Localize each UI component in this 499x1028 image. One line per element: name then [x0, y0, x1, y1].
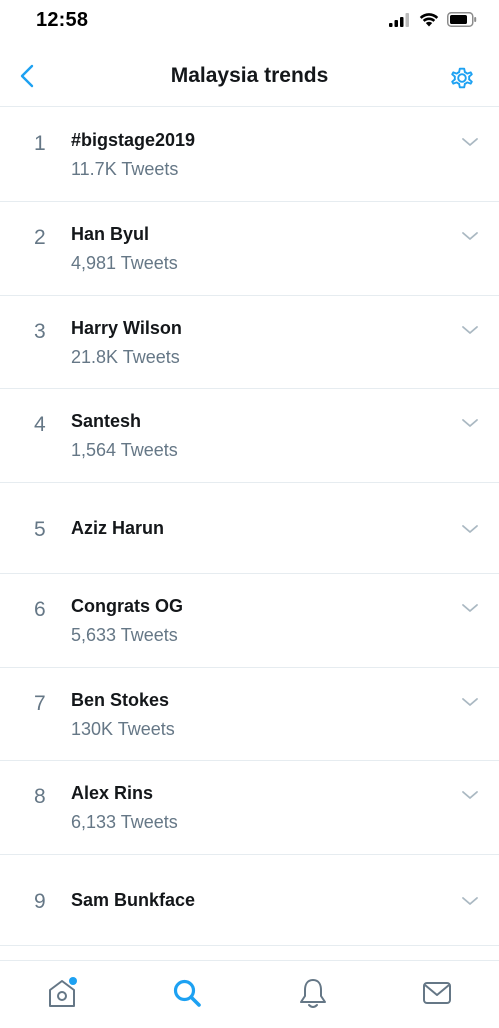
tab-messages[interactable] [419, 975, 455, 1011]
chevron-down-icon[interactable] [461, 789, 479, 801]
trend-tweet-count: 5,633 Tweets [71, 625, 178, 645]
trend-row[interactable]: 5 Aziz Harun [0, 483, 499, 574]
bell-icon [300, 979, 326, 1008]
page-title: Malaysia trends [170, 64, 329, 87]
chevron-down-icon[interactable] [461, 230, 479, 242]
trend-tweet-count: 4,981 Tweets [71, 253, 178, 273]
trend-rank: 5 [34, 518, 46, 541]
battery-icon [447, 12, 477, 27]
trend-name[interactable]: Sam Bunkface [71, 890, 195, 911]
home-icon [49, 977, 77, 1007]
status-icons [389, 12, 477, 27]
chevron-down-icon[interactable] [461, 602, 479, 614]
trend-row[interactable]: 6 Congrats OG 5,633 Tweets [0, 574, 499, 668]
trend-rank: 2 [34, 226, 46, 249]
trend-row[interactable]: 2 Han Byul 4,981 Tweets [0, 202, 499, 296]
trend-name[interactable]: Ben Stokes [71, 690, 169, 711]
trend-rank: 6 [34, 598, 46, 621]
trend-name[interactable]: Harry Wilson [71, 318, 182, 339]
chevron-down-icon[interactable] [461, 417, 479, 429]
trend-row[interactable]: 4 Santesh 1,564 Tweets [0, 389, 499, 483]
search-icon [173, 979, 201, 1007]
settings-button[interactable] [447, 63, 477, 93]
gear-icon [451, 67, 473, 89]
trend-tweet-count: 1,564 Tweets [71, 440, 178, 460]
trend-row[interactable]: 9 Sam Bunkface [0, 855, 499, 946]
trend-name[interactable]: Alex Rins [71, 783, 153, 804]
tab-home[interactable] [44, 975, 80, 1011]
trend-row[interactable]: 8 Alex Rins 6,133 Tweets [0, 761, 499, 855]
trend-name[interactable]: Santesh [71, 411, 141, 432]
chevron-down-icon[interactable] [461, 895, 479, 907]
trend-row[interactable]: 7 Ben Stokes 130K Tweets [0, 668, 499, 761]
nav-bar: Malaysia trends [0, 44, 499, 107]
chevron-down-icon[interactable] [461, 136, 479, 148]
trend-row[interactable]: 3 Harry Wilson 21.8K Tweets [0, 296, 499, 389]
trend-tweet-count: 11.7K Tweets [71, 159, 179, 179]
trend-rank: 4 [34, 413, 46, 436]
tab-bar [0, 960, 499, 1028]
trend-tweet-count: 6,133 Tweets [71, 812, 178, 832]
chevron-down-icon[interactable] [461, 696, 479, 708]
trend-rank: 8 [34, 785, 46, 808]
chevron-down-icon[interactable] [461, 523, 479, 535]
trend-rank: 3 [34, 320, 46, 343]
trend-name[interactable]: Han Byul [71, 224, 149, 245]
trend-tweet-count: 130K Tweets [71, 719, 175, 739]
trend-name[interactable]: Congrats OG [71, 596, 183, 617]
trend-tweet-count: 21.8K Tweets [71, 347, 180, 367]
signal-icon [389, 12, 409, 27]
status-time: 12:58 [36, 9, 89, 31]
trend-rank: 9 [34, 890, 46, 913]
trend-list: 1 #bigstage2019 11.7K Tweets 2 Han Byul … [0, 108, 499, 946]
chevron-down-icon[interactable] [461, 324, 479, 336]
trend-name[interactable]: Aziz Harun [71, 518, 164, 539]
mail-icon [423, 982, 451, 1004]
trend-rank: 7 [34, 692, 46, 715]
tab-search[interactable] [169, 975, 205, 1011]
tab-notifications[interactable] [295, 975, 331, 1011]
status-bar: 12:58 [0, 0, 499, 44]
wifi-icon [419, 13, 439, 27]
trend-rank: 1 [34, 132, 46, 155]
notification-badge [69, 977, 77, 985]
trend-name[interactable]: #bigstage2019 [71, 130, 195, 151]
trend-row[interactable]: 1 #bigstage2019 11.7K Tweets [0, 108, 499, 202]
